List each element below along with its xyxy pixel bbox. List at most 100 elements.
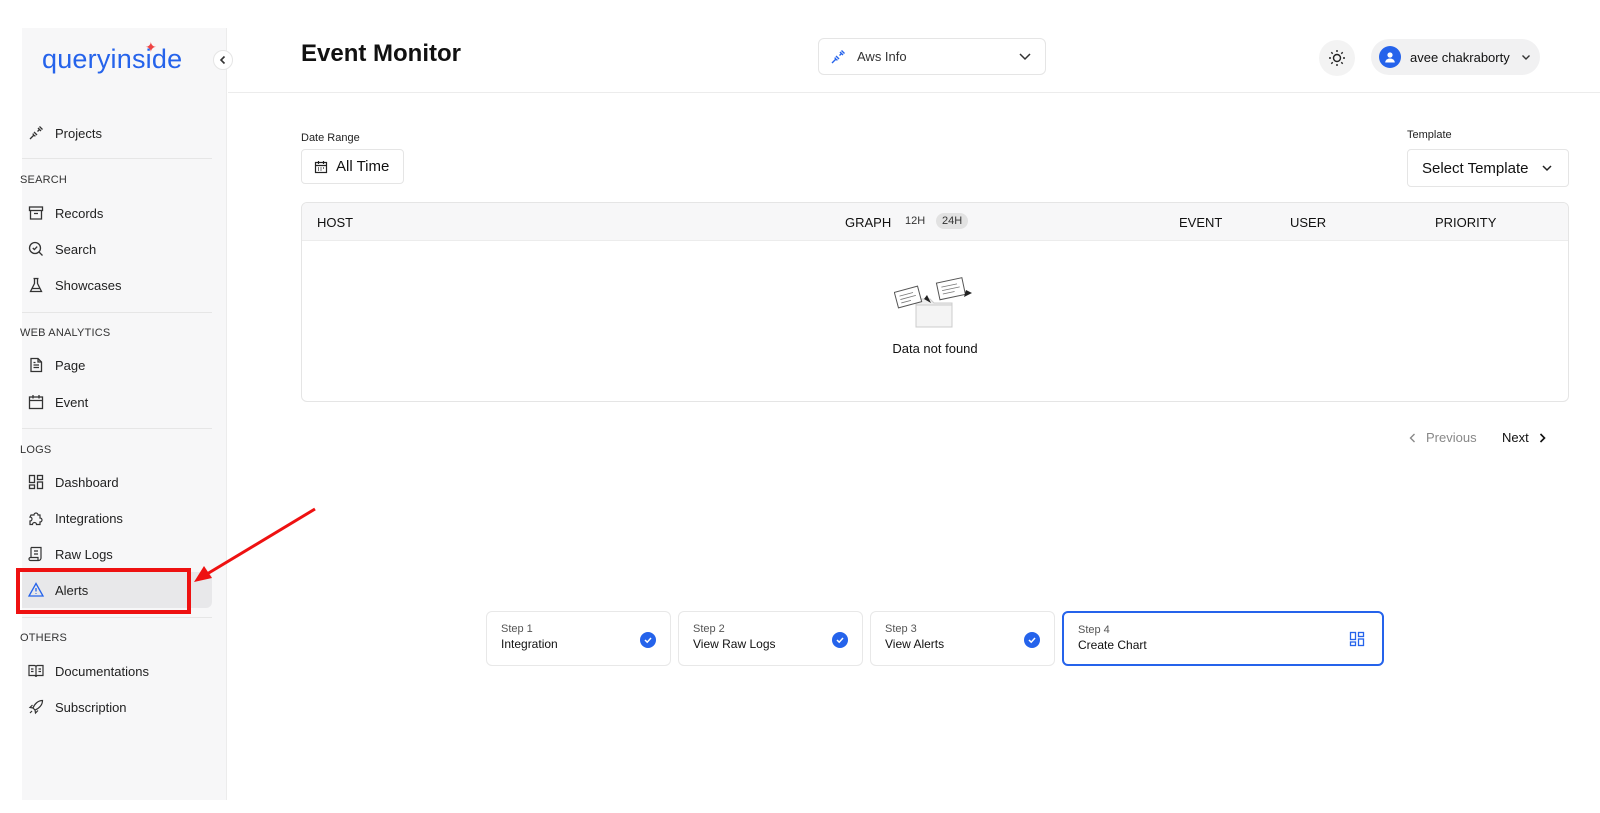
sidebar: queryinside ✦ Projects SEARCH Records Sea… <box>20 28 233 800</box>
theme-toggle-button[interactable] <box>1319 40 1355 76</box>
project-select-value: Aws Info <box>857 49 907 64</box>
column-host[interactable]: HOST <box>317 215 353 230</box>
archive-icon <box>27 204 45 222</box>
template-select[interactable]: Select Template <box>1407 149 1569 187</box>
sidebar-item-search[interactable]: Search <box>22 234 212 264</box>
annotation-arrow-icon <box>194 507 316 582</box>
section-label-others: OTHERS <box>20 632 68 644</box>
chevron-left-icon <box>1409 433 1415 442</box>
flask-icon <box>27 276 45 294</box>
book-icon <box>27 662 45 680</box>
avatar <box>1379 46 1401 68</box>
chevron-right-icon <box>1539 432 1546 443</box>
date-range-button[interactable]: All Time <box>301 149 404 184</box>
template-label: Template <box>1407 129 1452 141</box>
header: Event Monitor Aws Info avee chakraborty <box>228 28 1600 93</box>
next-label: Next <box>1502 430 1529 445</box>
chevron-down-icon <box>1017 48 1033 67</box>
step-label: View Raw Logs <box>693 637 776 651</box>
sidebar-item-label: Records <box>55 205 104 221</box>
graph-toggle-24h[interactable]: 24H <box>936 213 969 229</box>
sidebar-item-event[interactable]: Event <box>22 387 212 417</box>
calendar-icon <box>314 160 328 174</box>
step-integration[interactable]: Step 1 Integration <box>486 611 671 666</box>
sidebar-item-label: Event <box>55 394 89 410</box>
check-circle-icon <box>640 632 656 648</box>
empty-state: Data not found <box>302 241 1568 401</box>
sidebar-item-label: Subscription <box>55 699 127 715</box>
plug-icon <box>829 48 847 66</box>
sidebar-item-label: Raw Logs <box>55 546 113 562</box>
sidebar-item-label: Integrations <box>55 510 123 526</box>
sidebar-item-label: Search <box>55 241 97 257</box>
check-circle-icon <box>1024 632 1040 648</box>
sidebar-item-label: Documentations <box>55 663 149 679</box>
date-range-value: All Time <box>336 158 390 175</box>
template-select-value: Select Template <box>1422 159 1529 177</box>
rocket-icon <box>27 698 45 716</box>
step-create-chart[interactable]: Step 4 Create Chart <box>1062 611 1384 666</box>
dashboard-icon <box>1348 630 1366 651</box>
step-label: View Alerts <box>885 637 945 651</box>
logo[interactable]: queryinside ✦ <box>42 39 183 75</box>
user-name: avee chakraborty <box>1410 49 1510 65</box>
app-root: queryinside ✦ Projects SEARCH Records Sea… <box>0 0 1600 813</box>
sun-icon <box>1329 50 1345 66</box>
empty-state-text: Data not found <box>892 341 978 356</box>
step-view-alerts[interactable]: Step 3 View Alerts <box>870 611 1055 666</box>
graph-toggle-12h[interactable]: 12H <box>899 213 931 229</box>
step-view-raw-logs[interactable]: Step 2 View Raw Logs <box>678 611 863 666</box>
column-graph: GRAPH <box>845 215 892 230</box>
sidebar-item-raw-logs[interactable]: Raw Logs <box>22 539 212 569</box>
user-menu-button[interactable]: avee chakraborty <box>1371 39 1540 75</box>
divider <box>22 617 212 618</box>
calendar-icon <box>27 393 45 411</box>
table-header: HOST GRAPH 12H 24H EVENT USER PRIORITY <box>302 203 1568 241</box>
sidebar-item-page[interactable]: Page <box>22 350 212 380</box>
previous-label: Previous <box>1426 430 1477 445</box>
page-title: Event Monitor <box>301 40 461 67</box>
user-icon <box>1385 52 1395 63</box>
dashboard-icon <box>27 473 45 491</box>
search-check-icon <box>27 240 45 258</box>
section-label-web-analytics: WEB ANALYTICS <box>20 327 111 339</box>
check-circle-icon <box>832 632 848 648</box>
section-label-search: SEARCH <box>20 174 68 186</box>
sidebar-item-documentations[interactable]: Documentations <box>22 656 212 686</box>
puzzle-icon <box>27 509 45 527</box>
plug-icon <box>27 124 45 142</box>
sidebar-item-label: Showcases <box>55 277 122 293</box>
step-number: Step 3 <box>885 623 917 635</box>
empty-folder-icon <box>894 277 972 328</box>
sidebar-item-projects[interactable]: Projects <box>22 118 212 148</box>
logo-spark-icon: ✦ <box>145 39 157 55</box>
sidebar-item-subscription[interactable]: Subscription <box>22 692 212 722</box>
step-number: Step 1 <box>501 623 533 635</box>
project-select[interactable]: Aws Info <box>818 38 1046 75</box>
sidebar-item-dashboard[interactable]: Dashboard <box>22 467 212 497</box>
sidebar-item-integrations[interactable]: Integrations <box>22 503 212 533</box>
step-number: Step 4 <box>1078 624 1110 636</box>
annotation-highlight-box <box>16 568 191 614</box>
chevron-down-icon <box>1540 161 1554 179</box>
column-user[interactable]: USER <box>1290 215 1326 230</box>
date-range-label: Date Range <box>301 132 360 144</box>
sidebar-item-label: Projects <box>55 125 102 141</box>
events-table: HOST GRAPH 12H 24H EVENT USER PRIORITY D… <box>301 202 1569 402</box>
column-priority[interactable]: PRIORITY <box>1435 215 1496 230</box>
chevron-down-icon <box>1520 51 1532 63</box>
sidebar-item-label: Dashboard <box>55 474 119 490</box>
sidebar-item-records[interactable]: Records <box>22 198 212 228</box>
column-event[interactable]: EVENT <box>1179 215 1222 230</box>
next-button[interactable]: Next <box>1502 430 1549 445</box>
sidebar-item-label: Page <box>55 357 86 373</box>
sidebar-item-showcases[interactable]: Showcases <box>22 270 212 300</box>
chevron-left-icon <box>219 55 226 65</box>
logo-text: queryinside <box>42 44 183 74</box>
step-number: Step 2 <box>693 623 725 635</box>
step-label: Integration <box>501 637 558 651</box>
step-label: Create Chart <box>1078 638 1147 652</box>
divider <box>22 158 212 159</box>
previous-button[interactable]: Previous <box>1406 430 1477 445</box>
divider <box>22 428 212 429</box>
